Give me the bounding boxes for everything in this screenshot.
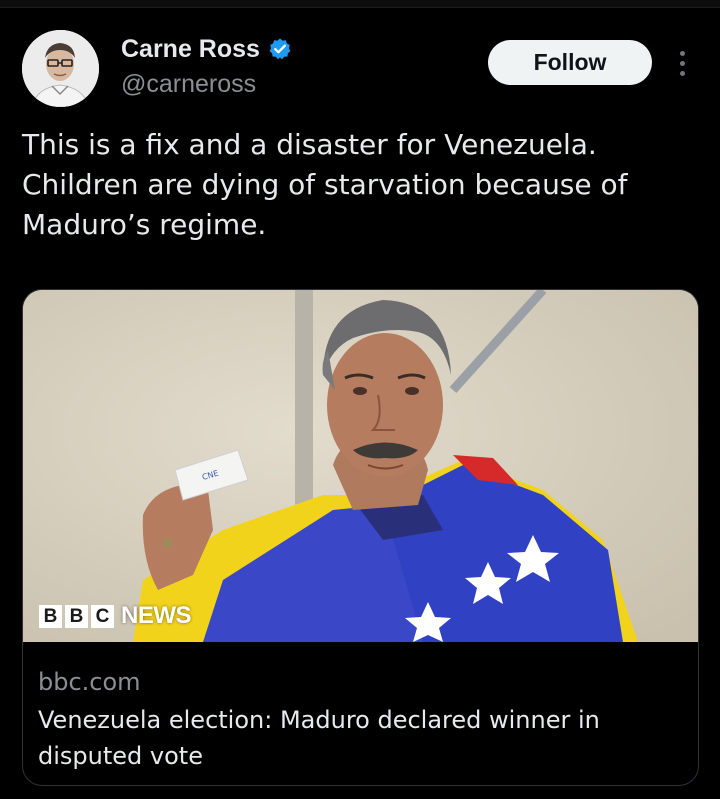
link-preview-card[interactable]: CNE B B C NEWS bbc.com Venezuela electio… xyxy=(22,289,699,786)
bbc-logo-block-b1: B xyxy=(39,604,62,628)
follow-button[interactable]: Follow xyxy=(488,40,652,85)
profile-photo xyxy=(22,30,99,107)
bbc-news-logo: B B C NEWS xyxy=(39,602,192,630)
tweet-text: This is a fix and a disaster for Venezue… xyxy=(22,128,628,241)
avatar[interactable] xyxy=(22,30,99,107)
bbc-logo-news: NEWS xyxy=(121,602,192,629)
more-options-icon[interactable] xyxy=(670,44,694,82)
author-display-name[interactable]: Carne Ross xyxy=(121,32,260,66)
bbc-logo-block-c: C xyxy=(91,604,114,628)
bbc-logo-block-b2: B xyxy=(65,604,88,628)
author-name-row[interactable]: Carne Ross xyxy=(121,32,292,66)
article-image[interactable]: CNE B B C NEWS xyxy=(23,290,698,642)
verified-badge-icon xyxy=(268,37,292,61)
card-domain[interactable]: bbc.com xyxy=(38,666,141,698)
article-photo: CNE xyxy=(23,290,698,642)
author-handle[interactable]: @carneross xyxy=(121,68,256,100)
card-title[interactable]: Venezuela election: Maduro declared winn… xyxy=(38,702,678,774)
top-divider xyxy=(0,0,720,8)
